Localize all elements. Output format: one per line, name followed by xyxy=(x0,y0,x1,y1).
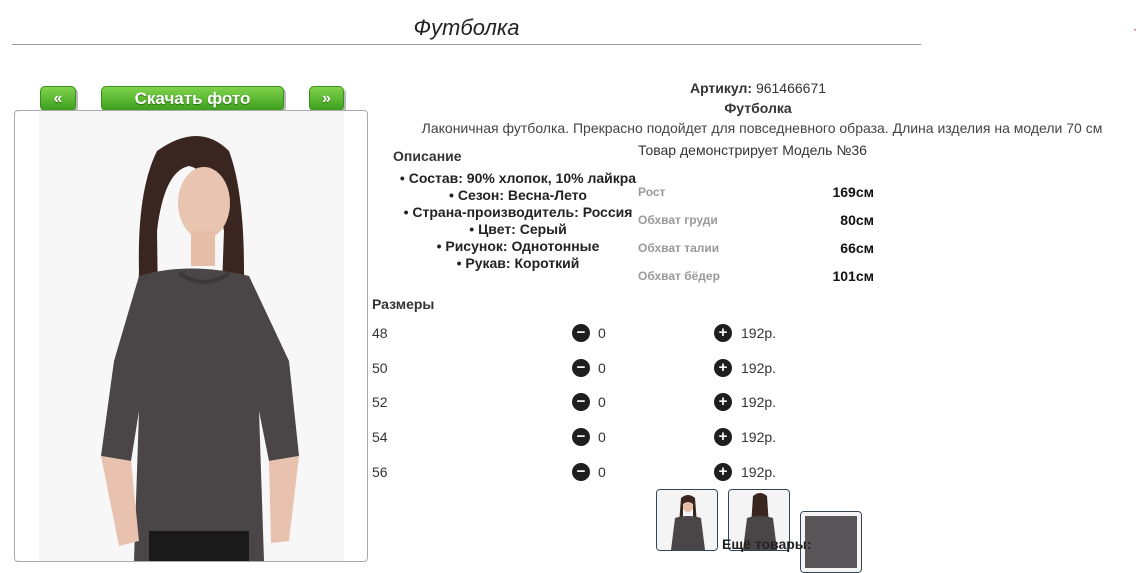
size-label: 54 xyxy=(372,429,388,445)
list-item: Цвет: Серый xyxy=(393,221,643,238)
product-photo[interactable] xyxy=(39,111,344,561)
model-note: Товар демонстрирует Модель №36 xyxy=(638,142,867,158)
measurement-value: 101см xyxy=(832,268,874,284)
next-photo-button[interactable]: » xyxy=(309,86,344,111)
price-value: 192р. xyxy=(741,394,777,410)
quantity-value: 0 xyxy=(598,325,606,341)
size-row: 54 − 0 + 192р. xyxy=(372,428,792,449)
quantity-value: 0 xyxy=(598,464,606,480)
quantity-value: 0 xyxy=(598,429,606,445)
size-row: 50 − 0 + 192р. xyxy=(372,359,792,380)
product-photo-frame xyxy=(14,110,368,562)
minus-circle-icon[interactable]: − xyxy=(572,463,590,481)
measurement-value: 66см xyxy=(840,240,874,256)
plus-circle-icon[interactable]: + xyxy=(714,359,732,377)
article-label: Артикул: xyxy=(689,80,753,96)
measurement-row: Обхват груди 80см xyxy=(638,212,874,233)
plus-circle-icon[interactable]: + xyxy=(714,428,732,446)
measurement-label: Рост xyxy=(638,185,666,199)
minus-circle-icon[interactable]: − xyxy=(572,393,590,411)
price-value: 192р. xyxy=(741,325,777,341)
size-row: 52 − 0 + 192р. xyxy=(372,393,792,414)
measurement-value: 80см xyxy=(840,212,874,228)
measurement-row: Обхват бёдер 101см xyxy=(638,268,874,289)
quantity-value: 0 xyxy=(598,394,606,410)
measurement-row: Рост 169см xyxy=(638,184,874,205)
list-item: Состав: 90% хлопок, 10% лайкра xyxy=(393,170,643,187)
size-label: 56 xyxy=(372,464,388,480)
minus-circle-icon[interactable]: − xyxy=(572,324,590,342)
product-lead: Лаконичная футболка. Прекрасно подойдет … xyxy=(421,120,1103,136)
price-value: 192р. xyxy=(741,360,777,376)
description-list: Состав: 90% хлопок, 10% лайкра Сезон: Ве… xyxy=(393,170,643,272)
description-title: Описание xyxy=(393,148,462,164)
more-products-heading: Ещё товары: xyxy=(722,536,812,552)
edge-mark: · xyxy=(1133,22,1137,36)
list-item: Рисунок: Однотонные xyxy=(393,238,643,255)
page-title-bar: Футболка xyxy=(12,12,921,45)
list-item: Страна-производитель: Россия xyxy=(393,204,643,221)
article-value: 961466671 xyxy=(755,80,827,96)
price-value: 192р. xyxy=(741,429,777,445)
plus-circle-icon[interactable]: + xyxy=(714,463,732,481)
quantity-value: 0 xyxy=(598,360,606,376)
size-label: 50 xyxy=(372,360,388,376)
sizes-title: Размеры xyxy=(372,296,435,312)
list-item: Рукав: Короткий xyxy=(393,255,643,272)
measurement-row: Обхват талии 66см xyxy=(638,240,874,261)
prev-photo-button[interactable]: « xyxy=(40,86,76,111)
article-line: Артикул: 961466671 xyxy=(370,80,1139,96)
size-row: 48 − 0 + 192р. xyxy=(372,324,792,345)
minus-circle-icon[interactable]: − xyxy=(572,428,590,446)
measurement-label: Обхват груди xyxy=(638,213,718,227)
minus-circle-icon[interactable]: − xyxy=(572,359,590,377)
size-label: 48 xyxy=(372,325,388,341)
size-label: 52 xyxy=(372,394,388,410)
page-title: Футболка xyxy=(413,15,520,40)
thumbnail-image xyxy=(657,490,717,550)
plus-circle-icon[interactable]: + xyxy=(714,324,732,342)
list-item: Сезон: Весна-Лето xyxy=(393,187,643,204)
measurement-value: 169см xyxy=(832,184,874,200)
plus-circle-icon[interactable]: + xyxy=(714,393,732,411)
measurement-label: Обхват бёдер xyxy=(638,269,720,283)
thumbnail-front[interactable] xyxy=(656,489,718,551)
price-value: 192р. xyxy=(741,464,777,480)
measurement-label: Обхват талии xyxy=(638,241,720,255)
size-row: 56 − 0 + 192р. xyxy=(372,463,792,484)
download-photo-button[interactable]: Скачать фото xyxy=(101,86,284,111)
product-name: Футболка xyxy=(724,100,792,116)
